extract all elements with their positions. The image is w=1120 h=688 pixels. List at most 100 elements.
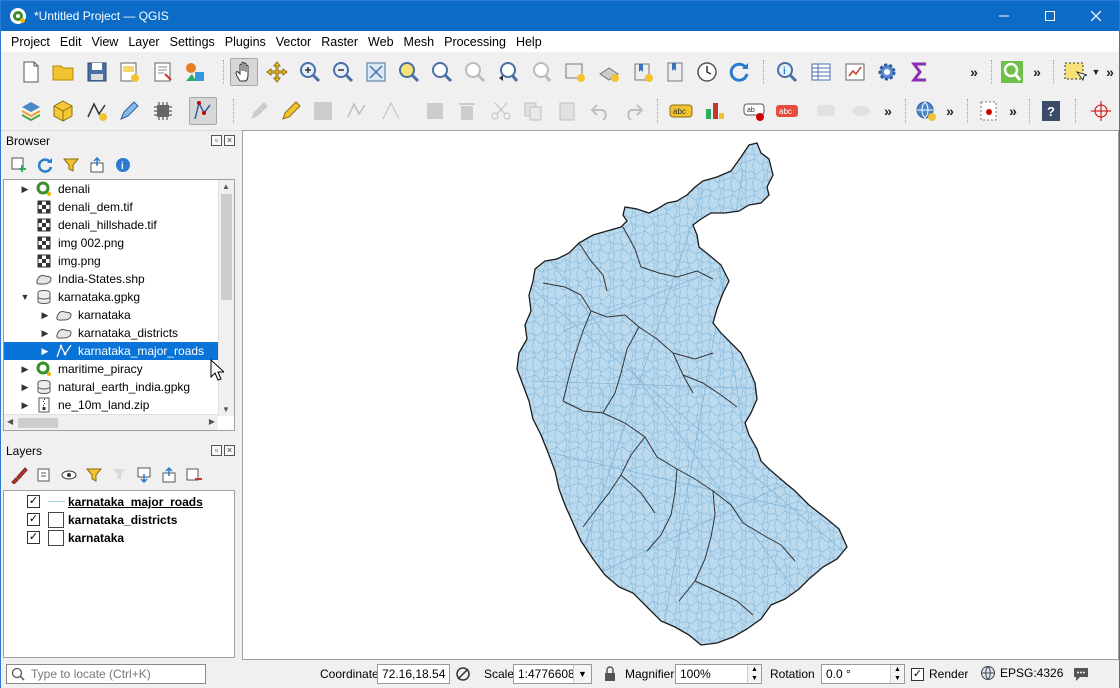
expand-arrow-icon[interactable]: ▶ bbox=[40, 310, 50, 320]
undock-icon[interactable]: ▫ bbox=[211, 135, 222, 146]
new-project-button[interactable] bbox=[17, 58, 45, 86]
close-panel-icon[interactable]: × bbox=[224, 135, 235, 146]
menu-view[interactable]: View bbox=[86, 32, 123, 52]
collapse-all-layers-button[interactable] bbox=[159, 465, 179, 485]
close-button[interactable] bbox=[1073, 1, 1119, 31]
toolbar-overflow-button[interactable]: » bbox=[1103, 62, 1117, 82]
zoom-full-button[interactable] bbox=[362, 58, 390, 86]
paste-features-button[interactable] bbox=[553, 97, 581, 125]
field-calculator-button[interactable] bbox=[906, 58, 934, 86]
copy-features-button[interactable] bbox=[519, 97, 547, 125]
filter-legend-button[interactable] bbox=[84, 465, 104, 485]
layer-labeling-button[interactable]: abc bbox=[667, 97, 695, 125]
scroll-right-icon[interactable]: ▶ bbox=[209, 417, 215, 426]
menu-raster[interactable]: Raster bbox=[316, 32, 363, 52]
help-button[interactable]: ? bbox=[1037, 97, 1065, 125]
toggle-edit-pencil-button[interactable] bbox=[277, 97, 305, 125]
browser-item[interactable]: denali_dem.tif bbox=[4, 198, 218, 216]
refresh-browser-button[interactable] bbox=[35, 155, 55, 175]
toggle-editing-button[interactable] bbox=[189, 97, 217, 125]
pin-labels-button[interactable]: ab bbox=[741, 97, 769, 125]
filter-by-expression-button[interactable] bbox=[109, 465, 129, 485]
expand-arrow-icon[interactable]: ▶ bbox=[20, 400, 30, 410]
browser-item[interactable]: ▶ natural_earth_india.gpkg bbox=[4, 378, 218, 396]
layer-item[interactable]: ✓ karnataka_major_roads bbox=[4, 493, 234, 511]
open-attribute-table-button[interactable] bbox=[807, 58, 835, 86]
remove-layer-button[interactable] bbox=[184, 465, 204, 485]
add-feature-button[interactable] bbox=[343, 97, 371, 125]
maximize-button[interactable] bbox=[1027, 1, 1073, 31]
render-checkbox[interactable]: ✓ bbox=[911, 668, 924, 681]
spinner-arrows-icon[interactable]: ▲ ▼ bbox=[747, 665, 761, 683]
map-canvas[interactable] bbox=[242, 130, 1119, 660]
browser-item[interactable]: img 002.png bbox=[4, 234, 218, 252]
coordinate-field[interactable]: 72.16,18.54 bbox=[377, 664, 450, 684]
expand-arrow-icon[interactable]: ▶ bbox=[40, 328, 50, 338]
open-project-button[interactable] bbox=[49, 58, 77, 86]
toolbar-overflow-button[interactable]: » bbox=[943, 101, 957, 121]
crosshair-button[interactable] bbox=[1087, 97, 1115, 125]
close-panel-icon[interactable]: × bbox=[224, 445, 235, 456]
highlight-pinned-labels-button[interactable]: abc bbox=[773, 97, 801, 125]
chevron-down-icon[interactable]: ▼ bbox=[573, 665, 591, 683]
browser-item[interactable]: ▶ maritime_piracy bbox=[4, 360, 218, 378]
layer-diagram-button[interactable] bbox=[701, 97, 729, 125]
browser-horizontal-scrollbar[interactable]: ◀ ▶ bbox=[4, 414, 218, 430]
add-wms-layer-button[interactable] bbox=[912, 97, 940, 125]
zoom-in-button[interactable] bbox=[296, 58, 324, 86]
scroll-left-icon[interactable]: ◀ bbox=[7, 417, 13, 426]
hscrollbar-thumb[interactable] bbox=[18, 418, 58, 428]
zoom-last-button[interactable] bbox=[494, 58, 522, 86]
delete-selected-button[interactable] bbox=[453, 97, 481, 125]
browser-item[interactable]: img.png bbox=[4, 252, 218, 270]
move-label-button[interactable] bbox=[813, 97, 841, 125]
save-edits-button[interactable] bbox=[309, 97, 337, 125]
expanded-arrow-icon[interactable]: ▼ bbox=[20, 292, 30, 302]
layer-item[interactable]: ✓ karnataka_districts bbox=[4, 511, 234, 529]
browser-item[interactable]: ▶ ne_10m_land.zip bbox=[4, 396, 218, 414]
refresh-button[interactable] bbox=[725, 58, 753, 86]
undo-button[interactable] bbox=[587, 97, 615, 125]
browser-item[interactable]: ▶ karnataka_major_roads bbox=[4, 342, 218, 360]
crs-button[interactable]: EPSG:4326 bbox=[980, 665, 1063, 681]
pan-map-button[interactable] bbox=[230, 58, 258, 86]
menu-project[interactable]: Project bbox=[1, 32, 55, 52]
digitize-line-button[interactable] bbox=[83, 97, 111, 125]
properties-info-button[interactable]: i bbox=[113, 155, 133, 175]
scroll-up-icon[interactable]: ▲ bbox=[222, 182, 230, 191]
new-geopackage-layer-button[interactable] bbox=[49, 97, 77, 125]
scrollbar-thumb[interactable] bbox=[221, 194, 232, 300]
undock-icon[interactable]: ▫ bbox=[211, 445, 222, 456]
new-3d-view-button[interactable] bbox=[595, 58, 623, 86]
browser-item[interactable]: ▼ karnataka.gpkg bbox=[4, 288, 218, 306]
current-edits-button[interactable] bbox=[245, 97, 273, 125]
menu-mesh[interactable]: Mesh bbox=[399, 32, 440, 52]
toolbar-overflow-button[interactable]: » bbox=[881, 101, 895, 121]
locator-search-button[interactable] bbox=[998, 58, 1026, 86]
menu-vector[interactable]: Vector bbox=[271, 32, 316, 52]
menu-help[interactable]: Help bbox=[511, 32, 547, 52]
toolbar-overflow-button[interactable]: » bbox=[1006, 101, 1020, 121]
collapse-all-button[interactable] bbox=[87, 155, 107, 175]
locator-search-box[interactable]: Type to locate (Ctrl+K) bbox=[6, 664, 206, 684]
scroll-down-icon[interactable]: ▼ bbox=[222, 405, 230, 414]
layer-visibility-checkbox[interactable]: ✓ bbox=[27, 531, 40, 544]
select-features-button[interactable] bbox=[1061, 58, 1089, 86]
layer-styling-button[interactable] bbox=[9, 465, 29, 485]
layer-visibility-checkbox[interactable]: ✓ bbox=[27, 513, 40, 526]
new-map-view-button[interactable] bbox=[561, 58, 589, 86]
zoom-to-layer-button[interactable] bbox=[428, 58, 456, 86]
menu-web[interactable]: Web bbox=[363, 32, 398, 52]
lock-scale-button[interactable] bbox=[603, 666, 617, 682]
layer-visibility-checkbox[interactable]: ✓ bbox=[27, 495, 40, 508]
zoom-native-button[interactable] bbox=[461, 58, 489, 86]
toolbar-overflow-button[interactable]: » bbox=[1030, 62, 1044, 82]
browser-item[interactable]: ▶ karnataka_districts bbox=[4, 324, 218, 342]
magnifier-spinbox[interactable]: 100% ▲ ▼ bbox=[675, 664, 762, 684]
modify-attributes-button[interactable] bbox=[421, 97, 449, 125]
toggle-extents-button[interactable] bbox=[454, 665, 472, 683]
show-hide-labels-button[interactable] bbox=[847, 97, 875, 125]
browser-item[interactable]: ▶ denali bbox=[4, 180, 218, 198]
menu-processing[interactable]: Processing bbox=[439, 32, 511, 52]
pan-to-selection-button[interactable] bbox=[263, 58, 291, 86]
